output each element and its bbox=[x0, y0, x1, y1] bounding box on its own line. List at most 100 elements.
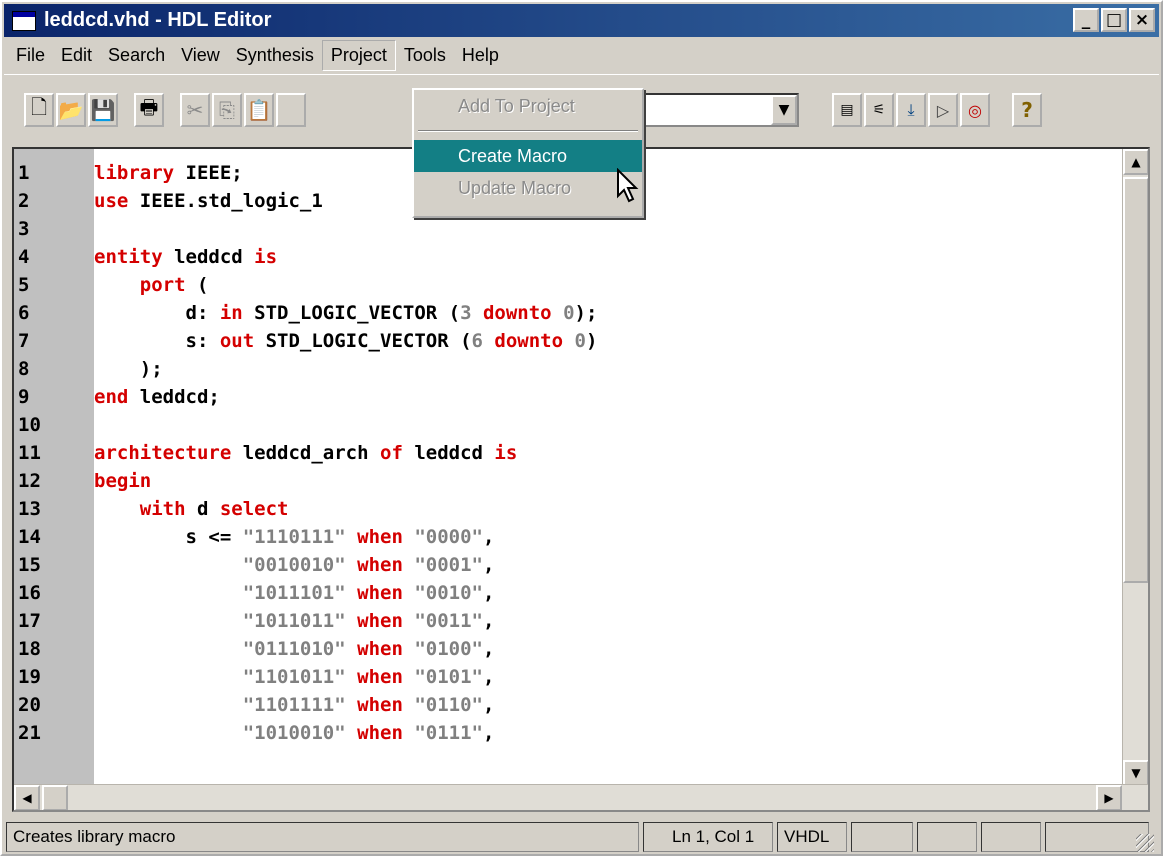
identifier-token bbox=[403, 526, 414, 548]
line-number: 9 bbox=[18, 386, 30, 408]
vertical-scrollbar[interactable]: ▲ ▼ bbox=[1122, 149, 1148, 786]
horizontal-scrollbar[interactable]: ◀ ▶ bbox=[14, 784, 1148, 810]
minimize-button[interactable]: _ bbox=[1073, 8, 1099, 32]
menu-synthesis[interactable]: Synthesis bbox=[228, 41, 322, 70]
code-line[interactable]: 11 architecture leddcd_arch of leddcd is bbox=[14, 439, 1124, 467]
code-line[interactable]: 19 "1101011" when "0101", bbox=[14, 663, 1124, 691]
line-number: 8 bbox=[18, 358, 30, 380]
identifier-token: IEEE.std_logic_1 bbox=[128, 190, 323, 212]
code-line[interactable]: 20 "1101111" when "0110", bbox=[14, 691, 1124, 719]
scroll-down-arrow-icon[interactable]: ▼ bbox=[1123, 760, 1148, 786]
code-line[interactable]: 13 with d select bbox=[14, 495, 1124, 523]
menu-tools[interactable]: Tools bbox=[396, 41, 454, 70]
print-button[interactable]: 🖶 bbox=[134, 93, 164, 127]
identifier-token: leddcd bbox=[402, 442, 495, 464]
code-line[interactable]: 6 d: in STD_LOGIC_VECTOR (3 downto 0); bbox=[14, 299, 1124, 327]
identifier-token bbox=[346, 582, 357, 604]
scroll-right-arrow-icon[interactable]: ▶ bbox=[1096, 785, 1122, 810]
code-line[interactable]: 3 bbox=[14, 215, 1124, 243]
probe-button[interactable]: ◎ bbox=[960, 93, 990, 127]
code-text: s <= "1110111" when "0000", bbox=[94, 526, 495, 548]
save-button[interactable]: 💾 bbox=[88, 93, 118, 127]
line-number: 16 bbox=[18, 582, 41, 604]
scroll-up-arrow-icon[interactable]: ▲ bbox=[1123, 149, 1148, 175]
menu-item-add-to-project[interactable]: Add To Project bbox=[414, 90, 642, 122]
code-text: d: in STD_LOGIC_VECTOR (3 downto 0); bbox=[94, 302, 598, 324]
synthesis-button[interactable]: ▤ bbox=[832, 93, 862, 127]
identifier-token bbox=[403, 554, 414, 576]
menu-item-create-macro[interactable]: Create Macro bbox=[414, 140, 642, 172]
implementation-button[interactable]: ⤓ bbox=[896, 93, 926, 127]
new-file-icon: 🗋 bbox=[30, 95, 48, 119]
code-line[interactable]: 18 "0111010" when "0100", bbox=[14, 635, 1124, 663]
literal-token: "0111010" bbox=[242, 638, 346, 660]
keyword-token: is bbox=[494, 442, 518, 464]
literal-token: "0000" bbox=[414, 526, 483, 548]
code-line[interactable]: 7 s: out STD_LOGIC_VECTOR (6 downto 0) bbox=[14, 327, 1124, 355]
code-line[interactable]: 10 bbox=[14, 411, 1124, 439]
identifier-token bbox=[94, 722, 243, 744]
vertical-scroll-thumb[interactable] bbox=[1123, 177, 1148, 583]
line-number: 6 bbox=[18, 302, 30, 324]
keyword-token: when bbox=[357, 610, 403, 632]
menu-edit[interactable]: Edit bbox=[53, 41, 100, 70]
identifier-token bbox=[94, 610, 243, 632]
maximize-button[interactable]: □ bbox=[1101, 8, 1127, 32]
help-button[interactable]: ? bbox=[1012, 93, 1042, 127]
literal-token: "0100" bbox=[414, 638, 483, 660]
code-line[interactable]: 9 end leddcd; bbox=[14, 383, 1124, 411]
keyword-token: end bbox=[94, 386, 129, 408]
menu-search[interactable]: Search bbox=[100, 41, 173, 70]
copy-button[interactable]: ⎘ bbox=[212, 93, 242, 127]
code-line[interactable]: 4 entity leddcd is bbox=[14, 243, 1124, 271]
check-syntax-button[interactable]: ⚟ bbox=[864, 93, 894, 127]
identifier-token: d bbox=[185, 498, 220, 520]
identifier-token bbox=[94, 638, 243, 660]
menu-file[interactable]: File bbox=[8, 41, 53, 70]
code-line[interactable]: 17 "1011011" when "0011", bbox=[14, 607, 1124, 635]
identifier-token: , bbox=[482, 610, 495, 632]
identifier-token bbox=[346, 610, 357, 632]
literal-token: "1101111" bbox=[242, 694, 346, 716]
title-bar[interactable]: leddcd.vhd - HDL Editor _ □ × bbox=[4, 4, 1159, 37]
cut-button[interactable]: ✂ bbox=[180, 93, 210, 127]
code-text: "1010010" when "0111", bbox=[94, 722, 495, 744]
horizontal-scroll-thumb[interactable] bbox=[42, 785, 68, 810]
code-line[interactable]: 8 ); bbox=[14, 355, 1124, 383]
code-line[interactable]: 21 "1010010" when "0111", bbox=[14, 719, 1124, 747]
chevron-down-icon[interactable]: ▼ bbox=[771, 95, 797, 125]
print-icon: 🖶 bbox=[139, 95, 159, 119]
menu-help[interactable]: Help bbox=[454, 41, 507, 70]
menu-item-update-macro[interactable]: Update Macro bbox=[414, 172, 642, 204]
identifier-token bbox=[403, 666, 414, 688]
menu-separator bbox=[418, 130, 638, 132]
open-button[interactable]: 📂 bbox=[56, 93, 86, 127]
new-file-button[interactable]: 🗋 bbox=[24, 93, 54, 127]
code-line[interactable]: 15 "0010010" when "0001", bbox=[14, 551, 1124, 579]
paste-button[interactable]: 📋 bbox=[244, 93, 274, 127]
open-folder-icon: 📂 bbox=[58, 98, 84, 122]
menu-project[interactable]: Project bbox=[321, 39, 396, 71]
code-lines[interactable]: 1 library IEEE; 2 use IEEE.std_logic_1 3 4 ent… bbox=[14, 159, 1124, 747]
language-combo[interactable]: ▼ bbox=[644, 93, 799, 127]
line-number: 12 bbox=[18, 470, 41, 492]
code-line[interactable]: 14 s <= "1110111" when "0000", bbox=[14, 523, 1124, 551]
menu-view[interactable]: View bbox=[173, 41, 228, 70]
hidden-button[interactable] bbox=[276, 93, 306, 127]
literal-token: "0111" bbox=[414, 722, 483, 744]
keyword-token: with bbox=[139, 498, 186, 520]
code-text: architecture leddcd_arch of leddcd is bbox=[94, 442, 517, 464]
window-controls: _ □ × bbox=[1073, 8, 1155, 32]
code-line[interactable]: 12 begin bbox=[14, 467, 1124, 495]
code-editor[interactable]: 1 library IEEE; 2 use IEEE.std_logic_1 3 4 ent… bbox=[12, 147, 1150, 812]
identifier-token: STD_LOGIC_VECTOR ( bbox=[242, 302, 461, 324]
close-button[interactable]: × bbox=[1129, 8, 1155, 32]
code-line[interactable]: 5 port ( bbox=[14, 271, 1124, 299]
gate-button[interactable]: ▷ bbox=[928, 93, 958, 127]
line-number: 17 bbox=[18, 610, 41, 632]
resize-grip-icon[interactable] bbox=[1136, 834, 1154, 852]
scroll-left-arrow-icon[interactable]: ◀ bbox=[14, 785, 40, 810]
code-line[interactable]: 16 "1011101" when "0010", bbox=[14, 579, 1124, 607]
check-syntax-icon: ⚟ bbox=[872, 102, 886, 118]
identifier-token bbox=[403, 638, 414, 660]
